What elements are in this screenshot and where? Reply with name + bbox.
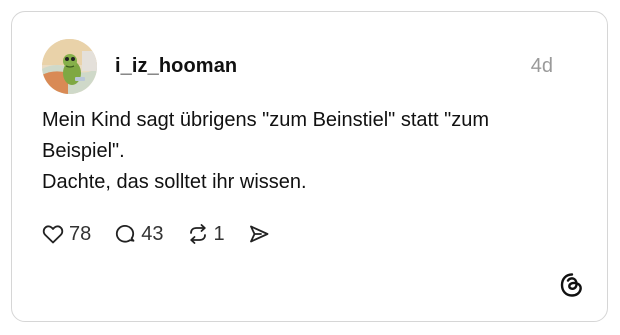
post-timestamp: 4d — [530, 54, 553, 77]
repost-button[interactable]: 1 — [186, 222, 225, 246]
like-button[interactable]: 78 — [41, 222, 91, 246]
speech-bubble-icon — [116, 225, 135, 243]
avatar-frog-icon — [42, 38, 97, 94]
reply-button[interactable]: 43 — [113, 222, 164, 246]
repost-count: 1 — [213, 222, 225, 245]
action-bar: 78 43 1 — [41, 220, 293, 248]
share-button[interactable] — [247, 222, 271, 246]
post-text-line: Dachte, das solltet ihr wissen. — [42, 171, 307, 193]
send-arrow-icon — [249, 225, 269, 243]
post-text-line: Beispiel". — [42, 140, 125, 162]
post-header: i_iz_hooman 4d — [42, 38, 553, 94]
heart-outline-icon — [42, 225, 64, 244]
avatar[interactable] — [42, 38, 97, 94]
threads-logo-icon — [559, 272, 585, 298]
post-body: Mein Kind sagt übrigens "zum Beinstiel" … — [42, 105, 582, 198]
username[interactable]: i_iz_hooman — [115, 55, 237, 78]
like-count: 78 — [69, 222, 92, 245]
reply-count: 43 — [141, 222, 164, 245]
repost-arrows-icon — [189, 224, 206, 244]
post-text-line: Mein Kind sagt übrigens "zum Beinstiel" … — [42, 109, 490, 131]
post-card[interactable]: i_iz_hooman 4d Mein Kind sagt übrigens "… — [11, 11, 608, 322]
